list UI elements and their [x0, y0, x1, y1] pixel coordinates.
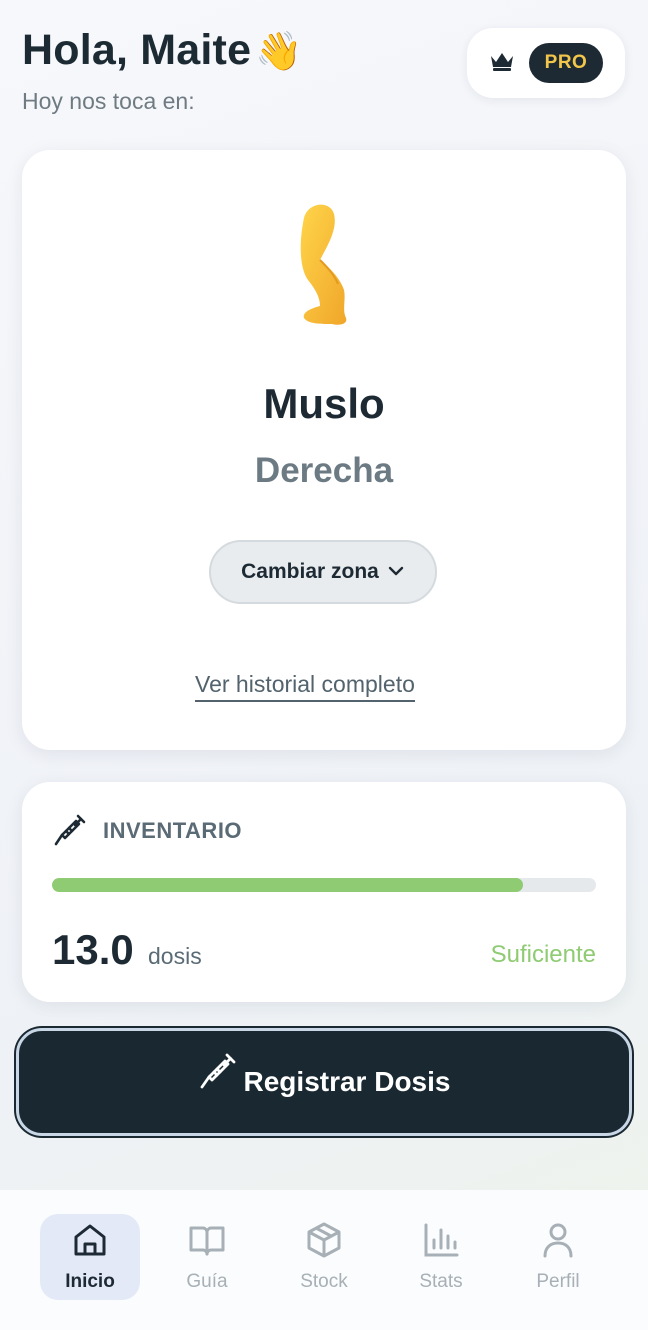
doses-unit: dosis: [148, 943, 202, 969]
pro-status-button[interactable]: PRO: [467, 28, 625, 98]
chart-icon: [421, 1214, 461, 1265]
nav-label-stats: Stats: [419, 1271, 463, 1292]
doses-value: 13.0: [52, 926, 134, 973]
inventory-status: Suficiente: [490, 941, 596, 968]
pro-badge: PRO: [528, 43, 604, 83]
syringe-icon: [198, 1053, 238, 1098]
book-icon: [187, 1214, 227, 1265]
nav-label-perfil: Perfil: [536, 1271, 580, 1292]
nav-label-inicio: Inicio: [65, 1271, 115, 1292]
box-icon: [304, 1214, 344, 1265]
home-icon: [70, 1214, 110, 1265]
history-link[interactable]: Ver historial completo: [195, 671, 415, 702]
inventory-progress-bar: [52, 878, 596, 892]
nav-label-stock: Stock: [300, 1271, 348, 1292]
register-dose-label: Registrar Dosis: [243, 1066, 451, 1097]
zone-name: Muslo: [263, 380, 385, 427]
nav-item-perfil[interactable]: Perfil: [508, 1214, 608, 1300]
change-zone-button[interactable]: Cambiar zona: [209, 540, 437, 604]
nav-label-guia: Guía: [186, 1271, 228, 1292]
nav-item-inicio[interactable]: Inicio: [40, 1214, 140, 1300]
user-icon: [538, 1214, 578, 1265]
nav-item-stats[interactable]: Stats: [391, 1214, 491, 1300]
greeting-title: Hola, Maite 👋: [22, 26, 303, 75]
leg-icon: [268, 196, 380, 328]
greeting-text: Hola, Maite: [22, 26, 252, 74]
wave-icon: 👋: [255, 31, 303, 73]
register-dose-button[interactable]: Registrar Dosis: [16, 1028, 632, 1136]
chevron-down-icon: [387, 560, 405, 584]
nav-item-stock[interactable]: Stock: [274, 1214, 374, 1300]
change-zone-label: Cambiar zona: [241, 560, 379, 583]
syringe-icon: [52, 812, 88, 848]
greeting-subtitle: Hoy nos toca en:: [22, 88, 195, 114]
inventory-title: INVENTARIO: [103, 818, 243, 843]
crown-icon: [489, 50, 515, 77]
zone-side: Derecha: [254, 451, 394, 490]
nav-item-guia[interactable]: Guía: [157, 1214, 257, 1300]
inventory-progress-fill: [52, 878, 523, 892]
